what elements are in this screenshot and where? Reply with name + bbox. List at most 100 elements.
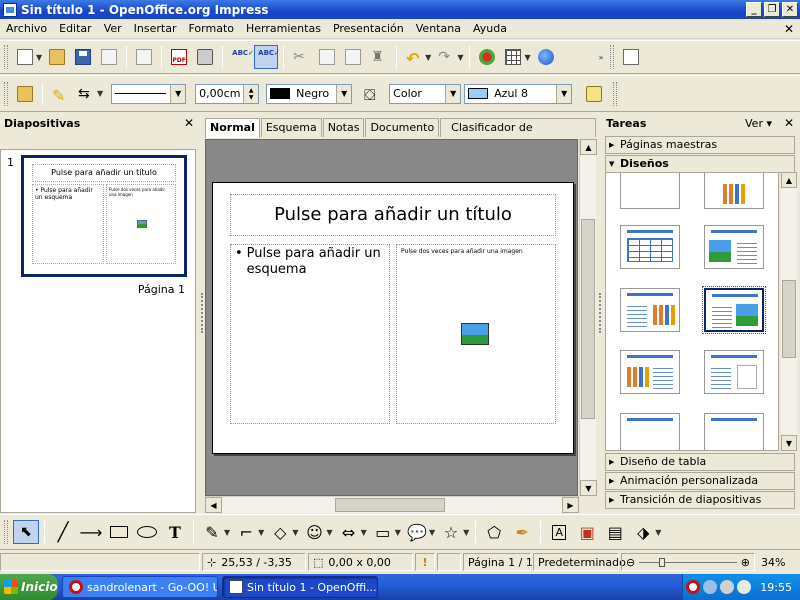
layout-title-two-objects[interactable] [704,413,764,450]
callouts-button[interactable]: 💬 [404,520,430,544]
new-document-button[interactable] [13,45,37,69]
scroll-left-icon[interactable]: ◀ [205,497,222,513]
scroll-down-icon[interactable]: ▼ [781,435,797,451]
symbol-shapes-button[interactable]: ☺ [301,520,327,544]
format-paintbrush-button[interactable]: ♜ [367,45,391,69]
extrusion-dropdown-icon[interactable]: ▼ [655,528,661,537]
cut-button[interactable]: ✂ [289,45,313,69]
undo-button[interactable]: ↶ [402,45,426,69]
line-width-field[interactable]: 0,00cm ▲ ▼ [195,83,260,104]
fontwork-button[interactable]: A [546,520,572,544]
tab-documento[interactable]: Documento [365,118,440,137]
block-arrows-dropdown-icon[interactable]: ▼ [361,528,367,537]
menu-ver[interactable]: Ver [98,22,128,35]
arrow-style-button[interactable]: ⇆ [74,82,98,106]
from-file-button[interactable]: ▣ [574,520,600,544]
hide-toolbar-button[interactable] [13,82,37,106]
layout-blank[interactable] [620,173,680,209]
connector-tool-button[interactable]: ⌐ [233,520,259,544]
layout-chart-text[interactable] [620,350,680,394]
maximize-button[interactable]: ❐ [764,2,780,17]
tab-notas[interactable]: Notas [322,118,365,137]
section-animacion[interactable]: Animación personalizada [605,472,795,490]
close-panel-icon[interactable]: ✕ [784,116,794,130]
layouts-scroll-thumb[interactable] [782,280,796,358]
rectangle-tool-button[interactable] [106,520,132,544]
basic-shapes-button[interactable]: ◇ [267,520,293,544]
email-button[interactable] [97,45,121,69]
navigator-button[interactable] [534,45,558,69]
zoom-in-icon[interactable]: ⊕ [741,556,750,569]
scroll-up-icon[interactable]: ▲ [781,172,797,188]
export-pdf-button[interactable]: PDF [167,45,191,69]
vertical-scroll-thumb[interactable] [581,219,595,419]
fill-type-select[interactable]: Color ▼ [389,83,462,104]
text-tool-button[interactable]: T [162,520,188,544]
fill-color-select[interactable]: Azul 8 ▼ [464,83,573,104]
zoom-slider[interactable]: ⊖ ⊕ [621,553,755,571]
zoom-out-icon[interactable]: ⊖ [626,556,635,569]
flowchart-dropdown-icon[interactable]: ▼ [395,528,401,537]
layout-image-text[interactable] [704,225,764,269]
layout-text-object[interactable] [704,350,764,394]
toolbar-grip[interactable] [4,81,8,106]
layout-title-table[interactable] [620,225,680,269]
status-signature[interactable] [437,553,461,571]
layout-text-chart[interactable] [620,288,680,332]
slide[interactable]: Pulse para añadir un título • Pulse para … [212,182,574,454]
horizontal-scroll-thumb[interactable] [335,498,445,512]
flowchart-button[interactable]: ▭ [370,520,396,544]
menu-insertar[interactable]: Insertar [128,22,183,35]
scroll-down-icon[interactable]: ▼ [580,480,597,496]
save-button[interactable] [71,45,95,69]
opera-tray-icon[interactable] [686,580,701,594]
arrow-tool-button[interactable]: ⟶ [78,520,104,544]
zoom-thumb[interactable] [658,557,665,567]
insert-image-icon[interactable] [461,323,489,345]
redo-button[interactable]: ↷ [434,45,458,69]
update-icon[interactable] [737,580,752,594]
open-button[interactable] [45,45,69,69]
menu-ventana[interactable]: Ventana [410,22,467,35]
section-paginas-maestras[interactable]: Páginas maestras [605,136,795,154]
select-tool-button[interactable]: ⬉ [13,520,39,544]
ellipse-tool-button[interactable] [134,520,160,544]
outline-placeholder[interactable]: • Pulse para añadir un esquema [230,244,390,424]
basic-shapes-dropdown-icon[interactable]: ▼ [292,528,298,537]
close-document-icon[interactable]: ✕ [784,22,794,36]
paste-button[interactable] [341,45,365,69]
status-zoom[interactable]: 34% [757,553,787,571]
insert-chart-button[interactable] [475,45,499,69]
taskbar-item-browser[interactable]: sandrolenart - Go-OO! U... [62,576,218,598]
start-button[interactable]: Inicio [0,574,58,600]
slide-thumbnail[interactable]: Pulse para añadir un título • Pulse para… [21,155,187,277]
section-diseno-tabla[interactable]: Diseño de tabla [605,453,795,471]
menu-ayuda[interactable]: Ayuda [467,22,513,35]
scroll-up-icon[interactable]: ▲ [580,139,597,155]
glue-points-button[interactable]: ✒ [509,520,535,544]
area-style-button[interactable]: ⛋ [360,82,384,106]
autospellcheck-button[interactable]: ABC✓ [254,45,280,69]
curve-dropdown-icon[interactable]: ▼ [224,528,230,537]
close-window-button[interactable]: ✕ [782,2,798,17]
volume-icon[interactable] [720,580,735,594]
points-button[interactable]: ⬠ [481,520,507,544]
toolbar-grip[interactable] [609,45,614,69]
toolbar-grip[interactable] [4,520,8,544]
print-button[interactable] [193,45,217,69]
network-icon[interactable] [703,580,718,594]
line-color-select[interactable]: Negro ▼ [266,83,353,104]
section-disenos[interactable]: Diseños [605,155,795,173]
close-panel-icon[interactable]: ✕ [184,116,194,130]
menu-herramientas[interactable]: Herramientas [240,22,327,35]
copy-button[interactable] [315,45,339,69]
tab-clasificador[interactable]: Clasificador de diapositivas [440,118,596,151]
tab-normal[interactable]: Normal [205,118,260,138]
curve-tool-button[interactable]: ✎ [199,520,225,544]
menu-presentacion[interactable]: Presentación [327,22,410,35]
stars-dropdown-icon[interactable]: ▼ [463,528,469,537]
toolbar-grip[interactable] [4,45,8,69]
vertical-scrollbar[interactable]: ▲ ▼ [579,139,597,496]
line-style-select[interactable]: ▼ [111,83,187,104]
layouts-scrollbar[interactable]: ▲ ▼ [781,172,797,451]
